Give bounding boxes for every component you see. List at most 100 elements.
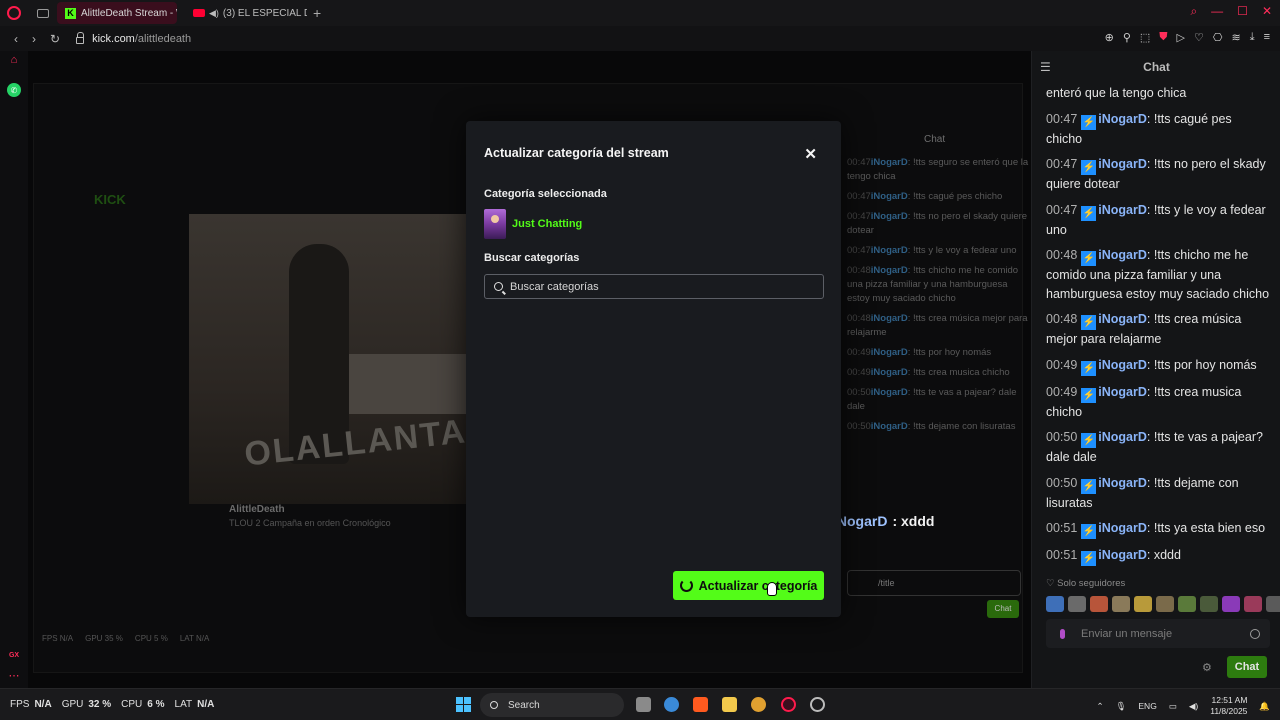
emote[interactable] xyxy=(1178,596,1196,612)
snapshot-icon[interactable]: ⬚ xyxy=(1140,31,1150,44)
tab-islands-icon[interactable] xyxy=(37,8,49,18)
message-username[interactable]: iNogarD xyxy=(1098,476,1147,490)
message-username[interactable]: iNogarD xyxy=(1098,157,1147,171)
message-username[interactable]: iNogarD xyxy=(1098,248,1147,262)
volume-icon[interactable]: ◀) xyxy=(1189,701,1198,712)
zoom-icon[interactable]: ⊕ xyxy=(1105,31,1114,44)
task-view-icon[interactable] xyxy=(636,697,651,712)
more-icon[interactable]: ⋯ xyxy=(7,668,21,682)
message-username[interactable]: iNogarD xyxy=(871,387,908,398)
chat-send-button[interactable]: Chat xyxy=(1227,656,1267,678)
gx-icon[interactable]: GX xyxy=(7,648,21,662)
update-category-button[interactable]: Actualizar categoría xyxy=(673,571,824,600)
file-explorer-icon[interactable] xyxy=(722,697,737,712)
tab-youtube[interactable]: ◀) (3) EL ESPECIAL DEL xyxy=(185,2,307,24)
emoji-icon[interactable] xyxy=(1250,629,1260,639)
user-badge-icon: ⚡ xyxy=(1081,160,1097,175)
back-icon[interactable]: ‹ xyxy=(14,32,18,46)
reload-icon[interactable]: ↻ xyxy=(50,32,60,46)
search-categories-box[interactable] xyxy=(484,274,824,299)
message-time: 00:47 xyxy=(847,211,871,222)
message-time: 00:47 xyxy=(1046,111,1078,126)
app-icon[interactable] xyxy=(810,697,825,712)
emote[interactable] xyxy=(1156,596,1174,612)
close-icon[interactable]: ✕ xyxy=(1262,4,1272,19)
chat-message: 00:50 ⚡ iNogarD: !tts dejame con lisuratas xyxy=(1046,474,1271,513)
minimize-icon[interactable]: — xyxy=(1211,4,1223,19)
mic-icon[interactable]: 🎙 xyxy=(1116,701,1127,712)
user-badge-icon: ⚡ xyxy=(1081,478,1097,494)
chat-message: 00:49 ⚡ iNogarD: !tts por hoy nomás xyxy=(1046,356,1271,376)
emote[interactable] xyxy=(1266,596,1280,612)
heart-icon[interactable]: ♡ xyxy=(1194,31,1204,44)
collapse-chat-icon[interactable]: ☰ xyxy=(1040,61,1053,73)
message-username[interactable]: iNogarD xyxy=(1098,112,1147,126)
opera-logo-icon[interactable] xyxy=(7,6,21,20)
message-username[interactable]: iNogarD xyxy=(871,421,908,432)
language-indicator[interactable]: ENG xyxy=(1138,701,1156,711)
speaker-icon[interactable]: ◀) xyxy=(209,8,219,19)
download-icon[interactable]: ⤓ xyxy=(1250,31,1255,44)
app-icon[interactable] xyxy=(751,697,766,712)
tab-kick-stream[interactable]: K AlittleDeath Stream - Wat xyxy=(57,2,177,24)
message-username[interactable]: iNogarD xyxy=(871,211,908,222)
notifications-icon[interactable]: 🔔 xyxy=(1259,701,1270,712)
message-username[interactable]: iNogarD xyxy=(871,313,908,324)
emote[interactable] xyxy=(1244,596,1262,612)
followers-only-text: Solo seguidores xyxy=(1057,578,1126,589)
nested-chat-button: Chat xyxy=(987,600,1019,618)
lock-icon[interactable] xyxy=(76,32,85,44)
emote[interactable] xyxy=(1134,596,1152,612)
whatsapp-icon[interactable]: ✆ xyxy=(7,83,21,97)
selected-category[interactable]: Just Chatting xyxy=(484,209,582,239)
emote[interactable] xyxy=(1112,596,1130,612)
brave-icon[interactable] xyxy=(693,697,708,712)
search-categories-input[interactable] xyxy=(510,280,810,293)
play-icon[interactable]: ▷ xyxy=(1177,31,1185,44)
windows-start-icon[interactable] xyxy=(456,697,471,712)
gear-icon[interactable]: ⚙ xyxy=(1202,661,1212,674)
emote[interactable] xyxy=(1068,596,1086,612)
menu-icon[interactable]: ≡ xyxy=(1264,31,1270,44)
message-username[interactable]: iNogarD xyxy=(1098,521,1147,535)
message-username[interactable]: iNogarD xyxy=(1098,358,1147,372)
message-username[interactable]: iNogarD xyxy=(1098,203,1147,217)
message-username[interactable]: iNogarD xyxy=(1098,430,1147,444)
url-host[interactable]: kick.com xyxy=(92,33,135,45)
new-tab-icon[interactable]: + xyxy=(313,5,321,21)
emote[interactable] xyxy=(1222,596,1240,612)
easy-setup-icon[interactable]: ≋ xyxy=(1231,31,1240,44)
chat-input[interactable]: Enviar un mensaje xyxy=(1046,619,1270,648)
maximize-icon[interactable]: ☐ xyxy=(1237,4,1248,19)
message-time: 00:49 xyxy=(1046,384,1078,399)
forward-icon[interactable]: › xyxy=(32,32,36,46)
taskbar-search[interactable]: Search xyxy=(480,693,624,717)
emote[interactable] xyxy=(1200,596,1218,612)
message-username[interactable]: iNogarD xyxy=(871,367,908,378)
extensions-icon[interactable]: ⎔ xyxy=(1213,31,1223,44)
clock[interactable]: 12:51 AM 11/8/2025 xyxy=(1210,695,1247,717)
network-icon[interactable]: ▭ xyxy=(1169,701,1177,712)
message-username[interactable]: iNogarD xyxy=(1098,548,1147,562)
search-icon[interactable]: ⌕ xyxy=(1190,4,1197,19)
copilot-icon[interactable] xyxy=(664,697,679,712)
message-username[interactable]: iNogarD xyxy=(871,265,908,276)
pin-icon[interactable]: ⚲ xyxy=(1123,31,1131,44)
user-badge-icon: ⚡ xyxy=(1081,360,1097,376)
message-username[interactable]: iNogarD xyxy=(1098,385,1147,399)
emote[interactable] xyxy=(1046,596,1064,612)
chat-message: 00:47 ⚡ iNogarD: !tts no pero el skady qui… xyxy=(1046,155,1271,194)
emote[interactable] xyxy=(1090,596,1108,612)
message-username[interactable]: iNogarD xyxy=(871,191,908,202)
shield-icon[interactable]: ⛊ xyxy=(1159,31,1167,44)
url-path[interactable]: /alittledeath xyxy=(135,33,191,45)
stream-video[interactable]: OLALLANTA xyxy=(189,214,479,504)
bag-icon[interactable]: ⌂ xyxy=(7,53,21,67)
chevron-up-icon[interactable]: ⌃ xyxy=(1096,701,1103,712)
message-username[interactable]: iNogarD xyxy=(871,347,908,358)
message-username[interactable]: iNogarD xyxy=(871,157,908,168)
message-username[interactable]: iNogarD xyxy=(871,245,908,256)
close-icon[interactable]: ✕ xyxy=(804,145,817,163)
opera-gx-icon[interactable] xyxy=(781,697,796,712)
message-username[interactable]: iNogarD xyxy=(1098,312,1147,326)
